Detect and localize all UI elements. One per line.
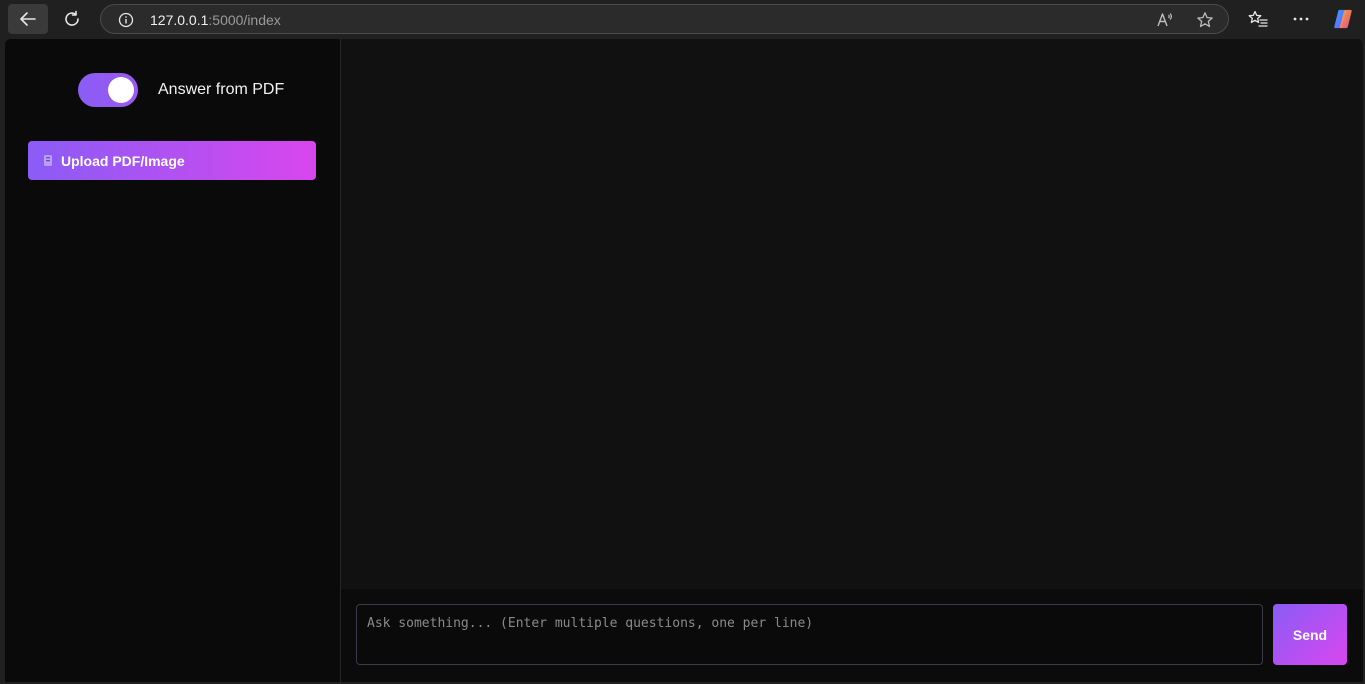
upload-icon xyxy=(42,154,54,168)
url-path: :5000/index xyxy=(208,12,281,28)
input-bar: Send xyxy=(341,589,1363,682)
question-input[interactable] xyxy=(356,604,1263,665)
favorites-icon xyxy=(1248,10,1268,27)
sidebar: Answer from PDF Upload PDF/Image xyxy=(5,39,341,682)
toggle-knob xyxy=(108,77,134,103)
read-aloud-button[interactable] xyxy=(1155,10,1175,30)
back-arrow-icon xyxy=(20,12,36,26)
read-aloud-icon xyxy=(1157,13,1172,27)
upload-button-label: Upload PDF/Image xyxy=(61,152,185,169)
send-button[interactable]: Send xyxy=(1273,604,1347,665)
add-favorite-button[interactable] xyxy=(1195,10,1215,30)
reload-button[interactable] xyxy=(52,4,92,34)
more-icon xyxy=(1293,17,1309,21)
address-bar[interactable]: 127.0.0.1:5000/index xyxy=(100,4,1229,34)
browser-toolbar: 127.0.0.1:5000/index xyxy=(0,0,1365,38)
reload-icon xyxy=(65,10,79,26)
star-icon xyxy=(1197,12,1213,28)
url-host: 127.0.0.1 xyxy=(150,12,209,28)
more-button[interactable] xyxy=(1290,8,1312,30)
copilot-icon xyxy=(1334,9,1352,29)
site-info-button[interactable] xyxy=(117,11,135,29)
toggle-label: Answer from PDF xyxy=(158,81,285,98)
back-button[interactable] xyxy=(8,4,48,34)
info-icon xyxy=(118,12,134,28)
chat-messages-area xyxy=(341,39,1363,589)
favorites-button[interactable] xyxy=(1247,8,1269,30)
upload-button[interactable]: Upload PDF/Image xyxy=(28,141,316,180)
app-window: Answer from PDF Upload PDF/Image Send xyxy=(5,39,1363,682)
url-text: 127.0.0.1:5000/index xyxy=(150,12,281,28)
answer-from-pdf-toggle[interactable] xyxy=(78,73,138,107)
copilot-button[interactable] xyxy=(1332,8,1354,30)
